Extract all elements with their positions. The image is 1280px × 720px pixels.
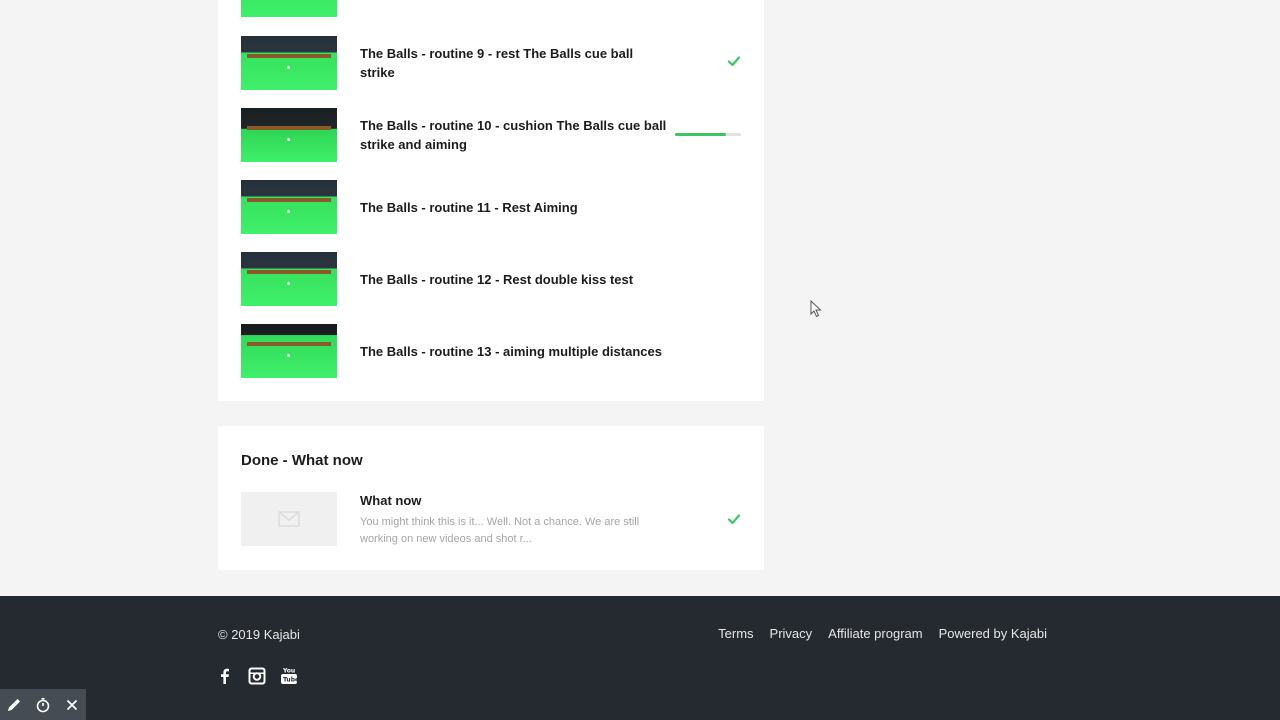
facebook-icon[interactable]: [216, 667, 234, 685]
done-section-card: Done - What now What now You might think…: [218, 426, 764, 570]
lesson-item-partial[interactable]: [241, 0, 741, 17]
post-thumbnail-placeholder: [241, 492, 337, 546]
lesson-item[interactable]: The Balls - routine 11 - Rest Aiming: [241, 180, 741, 234]
overlay-toolbar: [0, 689, 86, 720]
post-title: What now: [360, 493, 422, 508]
lesson-thumbnail: [241, 324, 337, 378]
copyright-text: © 2019 Kajabi: [218, 627, 300, 642]
lesson-title: The Balls - routine 10 - cushion The Bal…: [360, 118, 667, 152]
social-links: You Tube: [216, 667, 299, 685]
completed-check-icon: [727, 56, 741, 67]
lesson-thumbnail: [241, 108, 337, 162]
lesson-progress-fill: [675, 133, 727, 136]
lessons-card: The Balls - routine 9 - rest The Balls c…: [218, 0, 764, 401]
footer-links: Terms Privacy Affiliate program Powered …: [718, 626, 1047, 641]
lesson-title: The Balls - routine 12 - Rest double kis…: [360, 271, 634, 287]
lesson-item[interactable]: The Balls - routine 9 - rest The Balls c…: [241, 36, 741, 90]
footer-link-terms[interactable]: Terms: [718, 626, 753, 641]
footer-link-privacy[interactable]: Privacy: [770, 626, 813, 641]
post-excerpt: You might think this is it... Well. Not …: [360, 516, 640, 545]
lesson-title: The Balls - routine 13 - aiming multiple…: [360, 343, 662, 359]
section-title: Done - What now: [241, 452, 363, 469]
lesson-thumbnail: [241, 252, 337, 306]
lesson-item[interactable]: The Balls - routine 10 - cushion The Bal…: [241, 108, 741, 162]
lesson-progress-bar: [675, 133, 741, 136]
image-placeholder-icon: [278, 511, 300, 527]
youtube-icon[interactable]: You Tube: [280, 667, 299, 685]
footer-link-powered-by[interactable]: Powered by Kajabi: [939, 626, 1047, 641]
svg-text:Tube: Tube: [283, 677, 298, 684]
site-footer: © 2019 Kajabi Terms Privacy Affiliate pr…: [0, 596, 1280, 720]
instagram-icon[interactable]: [248, 667, 266, 685]
mouse-cursor-icon: [810, 300, 822, 318]
lesson-item[interactable]: The Balls - routine 13 - aiming multiple…: [241, 324, 741, 378]
close-icon[interactable]: [64, 697, 80, 713]
svg-text:You: You: [282, 668, 295, 675]
timer-icon[interactable]: [35, 697, 51, 713]
lesson-thumbnail: [241, 36, 337, 90]
lesson-thumbnail: [241, 180, 337, 234]
pen-icon[interactable]: [6, 697, 22, 713]
post-item[interactable]: What now You might think this is it... W…: [241, 492, 741, 546]
lesson-title: The Balls - routine 11 - Rest Aiming: [360, 199, 578, 215]
completed-check-icon: [727, 514, 741, 525]
lesson-title: The Balls - routine 9 - rest The Balls c…: [360, 46, 634, 80]
footer-link-affiliate[interactable]: Affiliate program: [828, 626, 922, 641]
lesson-thumbnail: [241, 0, 337, 17]
lesson-item[interactable]: The Balls - routine 12 - Rest double kis…: [241, 252, 741, 306]
